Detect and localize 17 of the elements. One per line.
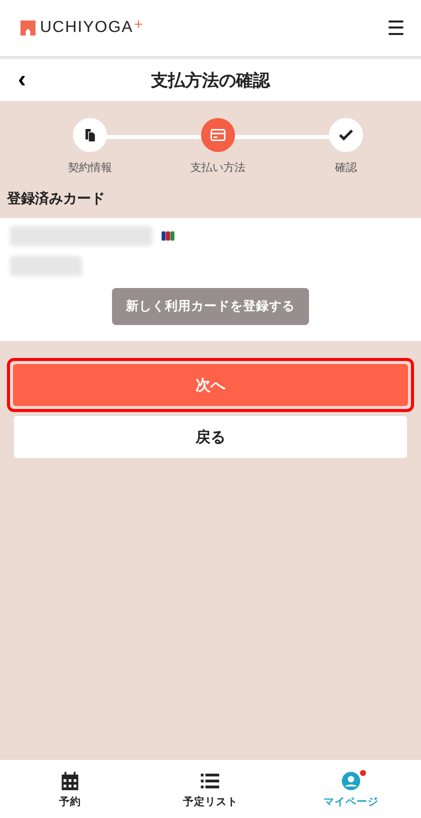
credit-card-icon	[209, 126, 227, 144]
back-button[interactable]: ‹	[0, 68, 44, 92]
step-label: 支払い方法	[190, 160, 246, 175]
logo-text: UCHIYOGA	[40, 19, 134, 37]
step-label: 確認	[335, 160, 357, 175]
nav-tab[interactable]: 予定リスト	[140, 760, 281, 818]
blurred-expiry	[10, 256, 82, 276]
calendar-icon	[59, 770, 82, 792]
section-title: 登録済みカード	[6, 190, 106, 209]
nav-tab[interactable]: 予約	[0, 760, 140, 818]
back-page-button[interactable]: 戻る	[14, 416, 407, 458]
logo-icon	[19, 19, 37, 37]
menu-button[interactable]: ☰	[383, 16, 409, 40]
logo-plus: +	[133, 17, 144, 31]
page-title: 支払方法の確認	[151, 70, 270, 92]
user-avatar-icon	[340, 770, 362, 792]
step-label: 契約情報	[68, 160, 112, 175]
